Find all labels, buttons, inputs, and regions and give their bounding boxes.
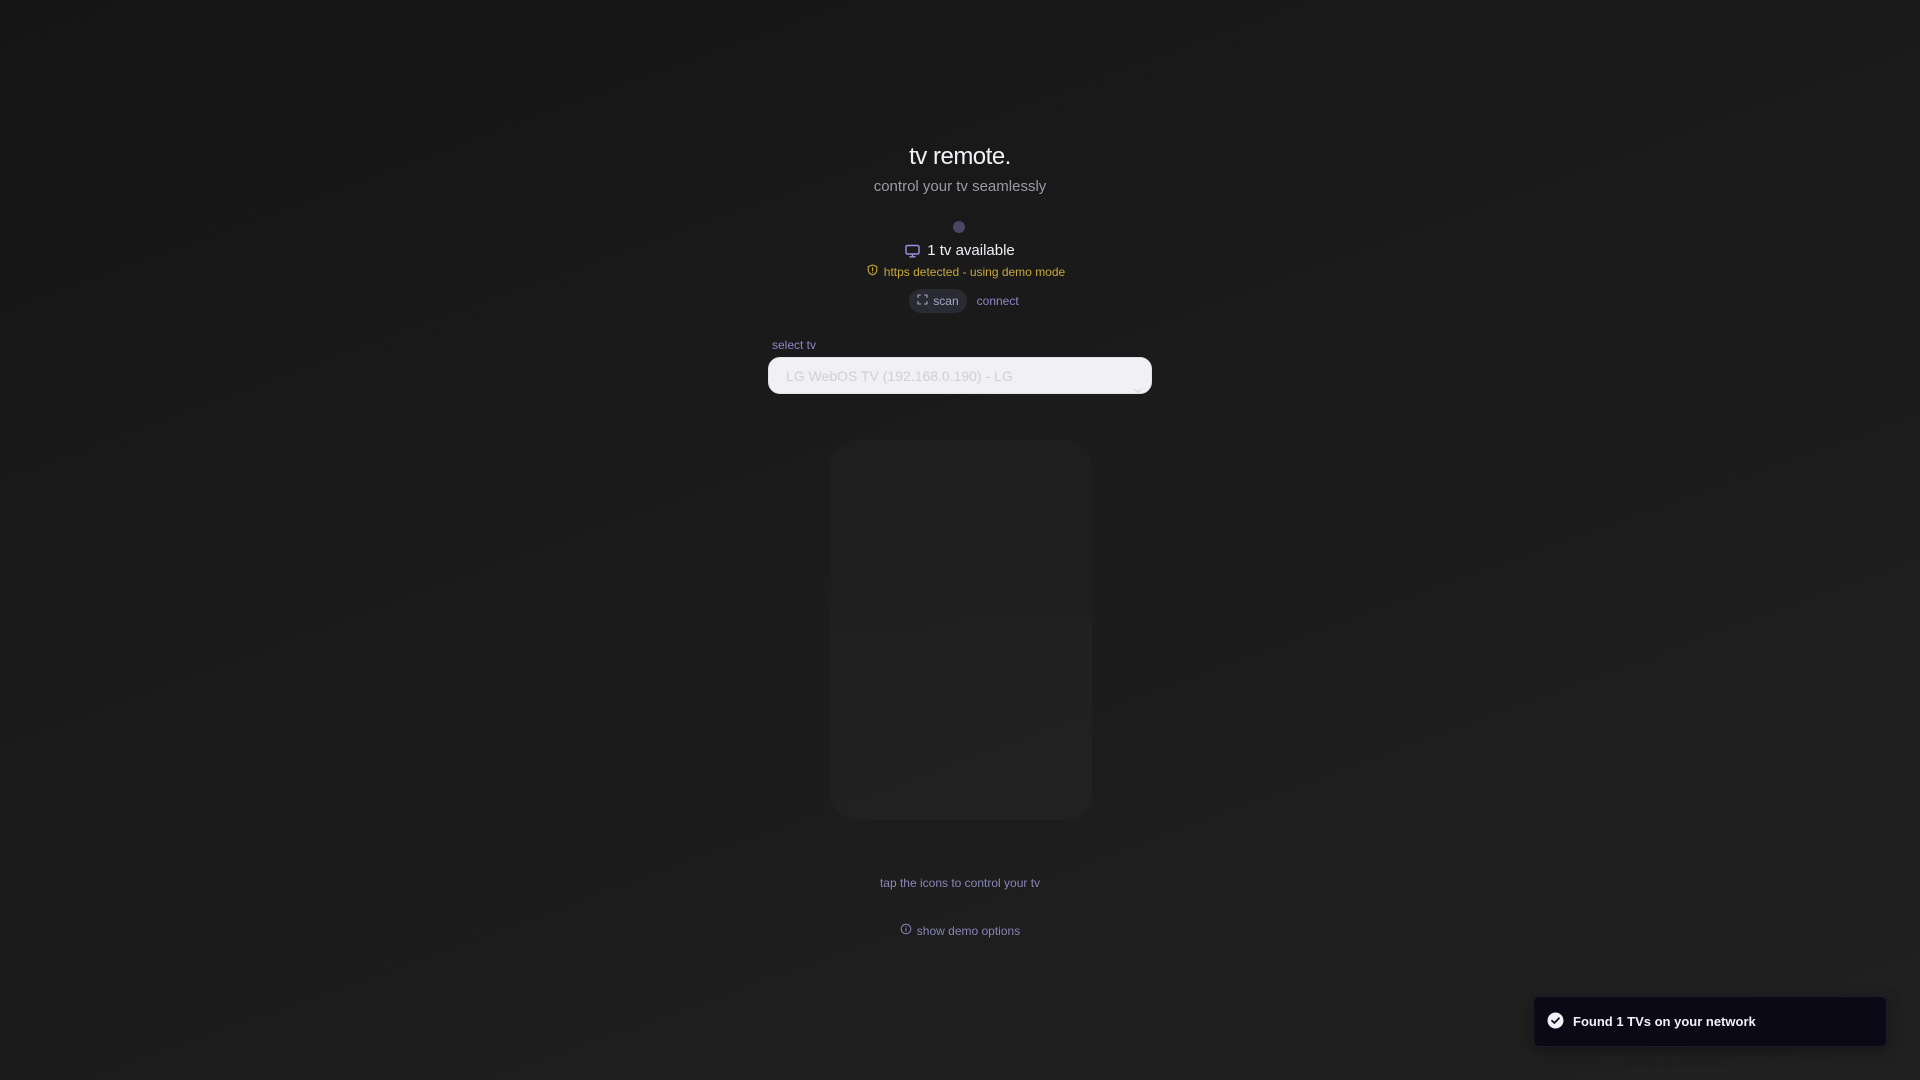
page-title: tv remote. — [909, 143, 1011, 170]
tv-select[interactable]: LG WebOS TV (192.168.0.190) - LG — [768, 357, 1152, 394]
app-root: tv remote. control your tv seamlessly 1 … — [0, 0, 1920, 1080]
toast-notification: Found 1 TVs on your network — [1533, 996, 1887, 1047]
tv-icon — [905, 244, 920, 258]
connect-link[interactable]: connect — [975, 289, 1021, 313]
check-circle-icon — [1547, 1012, 1564, 1032]
tap-hint: tap the icons to control your tv — [879, 876, 1041, 890]
tv-count-status: 1 tv available — [0, 241, 1920, 261]
shield-alert-icon — [867, 263, 878, 281]
chevron-down-icon — [1133, 372, 1143, 409]
https-warning-text: https detected - using demo mode — [883, 265, 1066, 279]
network-actions: scan connect — [0, 289, 1920, 313]
show-demo-options-button[interactable]: show demo options — [0, 922, 1920, 940]
connection-status-dot — [953, 221, 965, 233]
select-tv-label: select tv — [772, 338, 817, 352]
tv-count-label: 1 tv available — [927, 242, 1015, 259]
tv-select-value: LG WebOS TV (192.168.0.190) - LG — [786, 368, 1013, 384]
remote-control-panel — [830, 440, 1092, 820]
scan-label: scan — [933, 294, 959, 308]
info-icon — [900, 922, 912, 940]
https-warning: https detected - using demo mode — [0, 263, 1920, 281]
header: tv remote. control your tv seamlessly — [0, 140, 1920, 197]
scan-button[interactable]: scan — [909, 289, 967, 313]
page-subtitle: control your tv seamlessly — [873, 178, 1047, 195]
toast-message: Found 1 TVs on your network — [1573, 1014, 1756, 1029]
scan-icon — [917, 294, 928, 308]
show-demo-options-label: show demo options — [916, 924, 1021, 938]
